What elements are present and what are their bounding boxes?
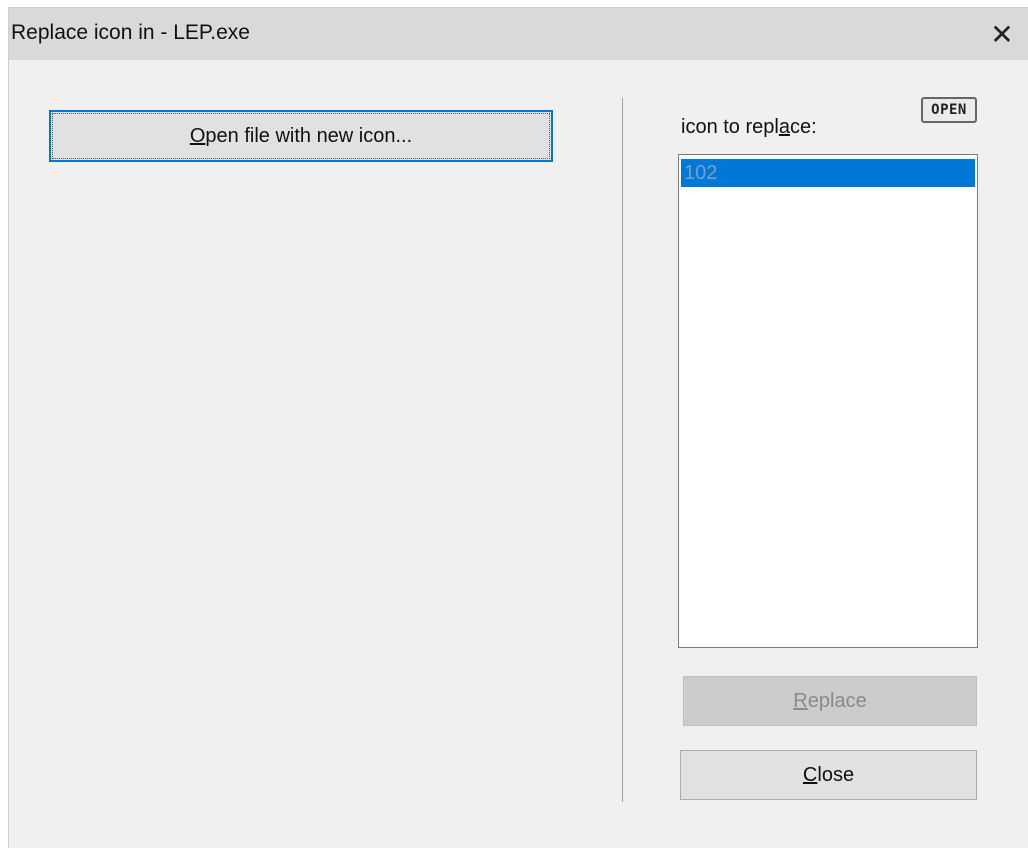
replace-icon-dialog: Replace icon in - LEP.exe ✕ Open file wi… [9, 8, 1028, 848]
title-bar: Replace icon in - LEP.exe ✕ [9, 8, 1028, 60]
window-title: Replace icon in - LEP.exe [11, 21, 250, 44]
icon-to-replace-label: icon to replace: [681, 116, 817, 138]
open-sign-icon: OPEN [921, 97, 977, 123]
open-file-button[interactable]: Open file with new icon... [49, 110, 553, 162]
close-button-label: Close [802, 763, 855, 786]
replace-button-label: Replace [793, 689, 867, 712]
panel-divider [622, 98, 623, 802]
list-item[interactable]: 102 [681, 159, 975, 187]
close-button[interactable]: Close [680, 750, 977, 800]
focus-rectangle [52, 113, 550, 159]
replace-button[interactable]: Replace [683, 676, 977, 726]
icon-list[interactable]: 102 [678, 154, 978, 648]
close-icon[interactable]: ✕ [976, 8, 1028, 60]
